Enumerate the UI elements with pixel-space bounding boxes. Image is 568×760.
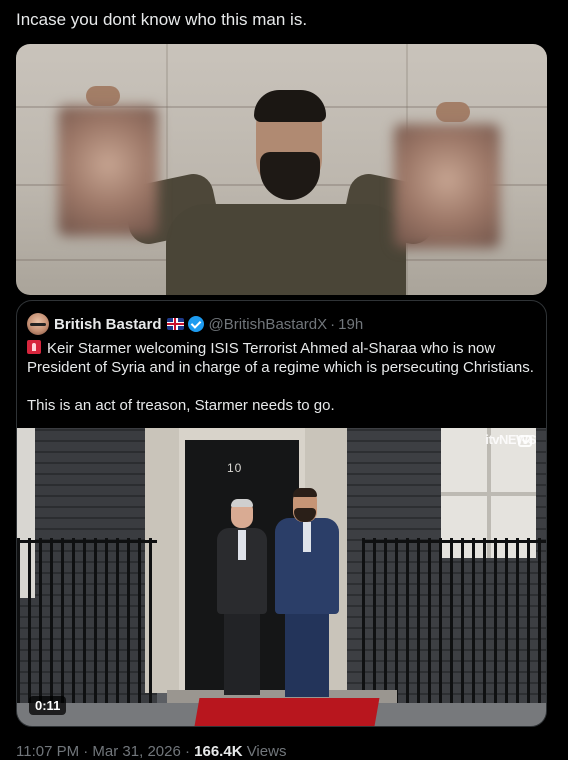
post-meta: 11:07 PM · Mar 31, 2026 · 166.4K Views: [16, 743, 286, 760]
quote-header: British Bastard @BritishBastardX · 19h: [27, 313, 363, 335]
video-player[interactable]: 10 itvNEWS 0:11: [17, 428, 546, 726]
door-number: 10: [227, 461, 243, 475]
shirt: [238, 530, 246, 560]
person-legs: [285, 610, 329, 697]
uk-flag-icon: [166, 318, 184, 330]
expand-icon[interactable]: [518, 435, 532, 447]
railing: [17, 540, 157, 543]
quote-paragraph-1: Keir Starmer welcoming ISIS Terrorist Ah…: [27, 339, 537, 377]
railing: [17, 538, 157, 703]
person-legs: [224, 610, 260, 695]
post-image[interactable]: [16, 44, 547, 295]
blurred-region: [58, 106, 158, 236]
views-label: Views: [246, 743, 287, 760]
railing: [362, 538, 546, 703]
man-hair: [254, 90, 326, 122]
quoted-post[interactable]: British Bastard @BritishBastardX · 19h K…: [16, 300, 547, 727]
siren-icon: [27, 340, 41, 354]
hand: [436, 102, 470, 122]
post-time[interactable]: 19h: [338, 316, 363, 333]
display-name[interactable]: British Bastard: [54, 316, 162, 333]
handle[interactable]: @BritishBastardX: [209, 316, 328, 333]
post-text: Incase you dont know who this man is.: [16, 10, 308, 29]
person-hair: [293, 488, 317, 497]
hand: [86, 86, 120, 106]
man-torso: [166, 204, 406, 295]
blurred-region: [394, 124, 500, 248]
views-count: 166.4K: [194, 743, 243, 760]
railing: [362, 540, 546, 543]
person-hair: [231, 499, 253, 507]
quote-body: Keir Starmer welcoming ISIS Terrorist Ah…: [27, 339, 537, 415]
video-duration: 0:11: [29, 696, 67, 715]
shirt: [303, 522, 311, 552]
post-timestamp[interactable]: 11:07 PM · Mar 31, 2026 ·: [16, 743, 190, 760]
verified-badge-icon: [187, 316, 204, 332]
red-carpet: [194, 698, 380, 726]
separator: ·: [330, 315, 336, 333]
avatar[interactable]: [27, 313, 49, 335]
quote-text-1: Keir Starmer welcoming ISIS Terrorist Ah…: [27, 340, 534, 376]
quote-text-2: This is an act of treason, Starmer needs…: [27, 397, 335, 414]
man-beard: [260, 152, 320, 200]
